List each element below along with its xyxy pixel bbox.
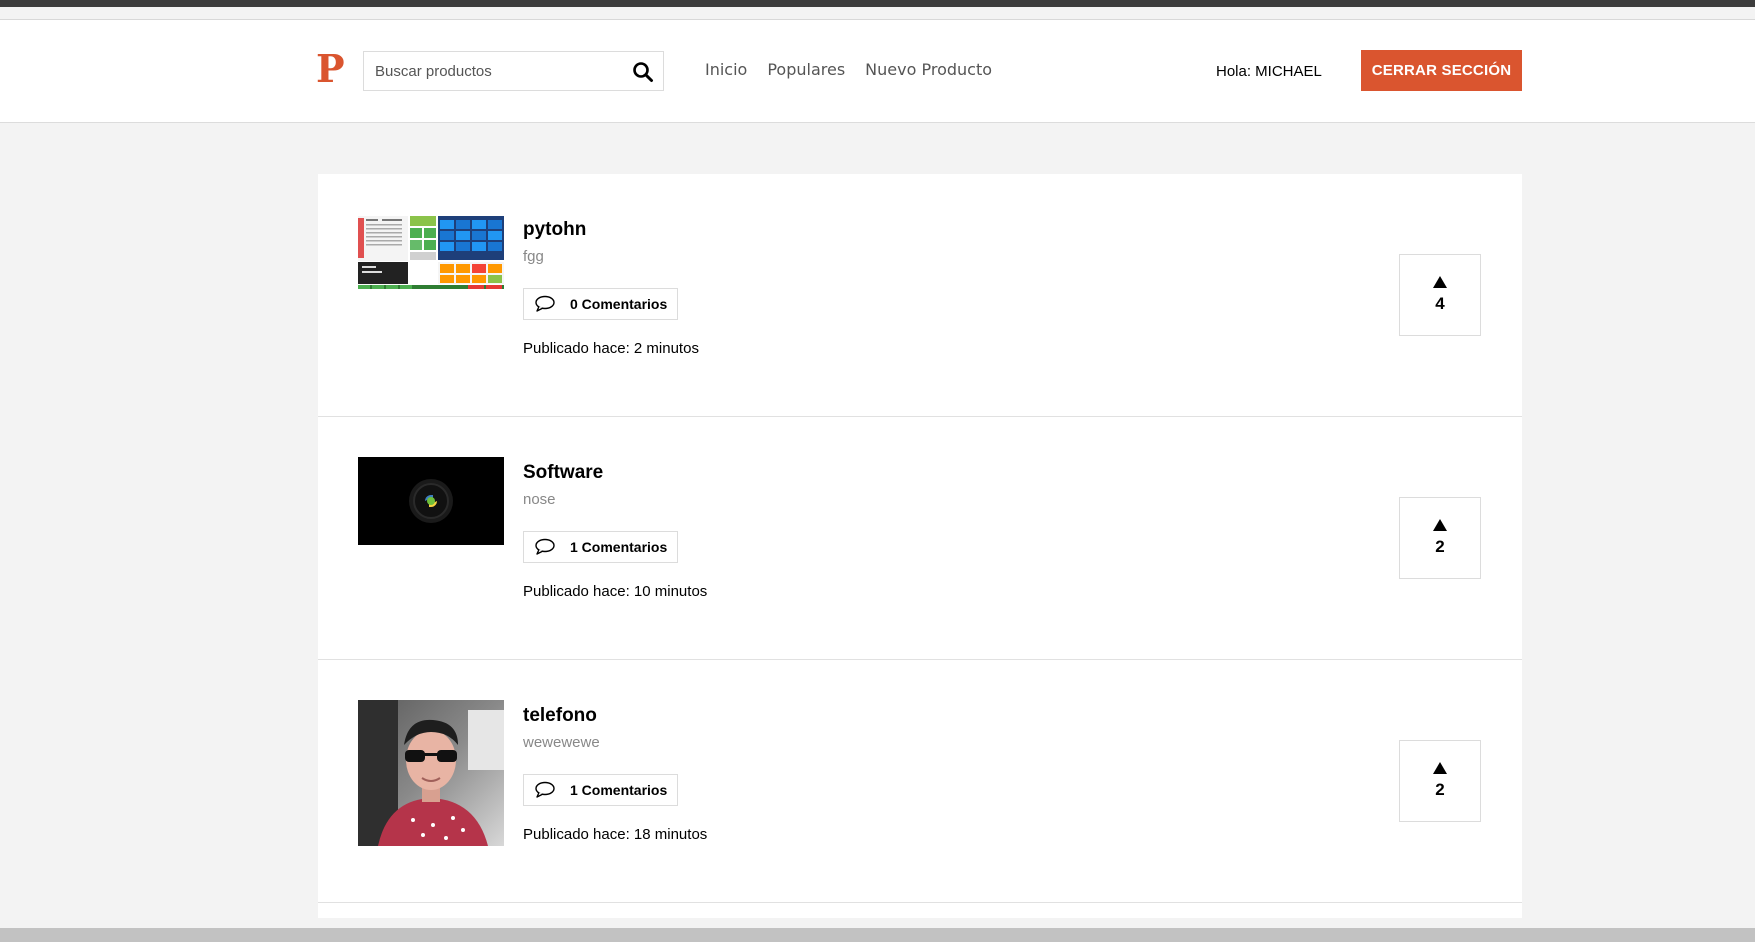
upvote-arrow-icon	[1433, 762, 1447, 774]
horizontal-scrollbar[interactable]	[0, 928, 1755, 942]
comment-icon	[535, 538, 555, 555]
product-list: pytohn fgg 0 Comentarios Publicado hace:…	[318, 174, 1522, 918]
product-description: nose	[523, 491, 556, 508]
published-time: Publicado hace: 2 minutos	[523, 340, 699, 357]
search-box	[363, 51, 664, 91]
site-header: P Inicio Populares Nuevo Producto Hola: …	[0, 20, 1755, 123]
published-time: Publicado hace: 18 minutos	[523, 826, 708, 843]
product-image-dashboard[interactable]	[358, 214, 504, 292]
nav-inicio[interactable]: Inicio	[705, 60, 747, 79]
vote-count: 4	[1435, 294, 1445, 313]
product-description: wewewewe	[523, 734, 600, 751]
product-image-person[interactable]	[358, 700, 504, 846]
comments-button[interactable]: 1 Comentarios	[523, 531, 679, 563]
published-time: Publicado hace: 10 minutos	[523, 583, 708, 600]
browser-top-bar	[0, 0, 1755, 7]
product-title[interactable]: pytohn	[523, 219, 586, 241]
product-item: telefono wewewewe 1 Comentarios Publicad…	[318, 660, 1522, 903]
vote-button[interactable]: 2	[1399, 497, 1481, 579]
comment-icon	[535, 295, 555, 312]
nav-nuevo-producto[interactable]: Nuevo Producto	[865, 60, 992, 79]
vote-count: 2	[1435, 537, 1445, 556]
comments-button[interactable]: 1 Comentarios	[523, 774, 679, 806]
nav-populares[interactable]: Populares	[767, 60, 845, 79]
upvote-arrow-icon	[1433, 276, 1447, 288]
product-item: Software nose 1 Comentarios Publicado ha…	[318, 417, 1522, 660]
product-title[interactable]: Software	[523, 462, 603, 484]
product-description: fgg	[523, 248, 544, 265]
product-title[interactable]: telefono	[523, 705, 597, 727]
vote-button[interactable]: 2	[1399, 740, 1481, 822]
comments-count: 1 Comentarios	[570, 782, 668, 798]
search-input[interactable]	[364, 52, 614, 90]
product-image-python-logo[interactable]	[358, 457, 504, 545]
vote-button[interactable]: 4	[1399, 254, 1481, 336]
comments-count: 1 Comentarios	[570, 539, 668, 555]
upvote-arrow-icon	[1433, 519, 1447, 531]
comments-count: 0 Comentarios	[570, 296, 668, 312]
comment-icon	[535, 781, 555, 798]
search-icon[interactable]	[632, 61, 654, 83]
user-greeting: Hola: MICHAEL	[1216, 63, 1322, 80]
comments-button[interactable]: 0 Comentarios	[523, 288, 679, 320]
vote-count: 2	[1435, 780, 1445, 799]
product-item: pytohn fgg 0 Comentarios Publicado hace:…	[318, 174, 1522, 417]
logout-button[interactable]: CERRAR SECCIÓN	[1361, 50, 1522, 91]
logo[interactable]: P	[316, 50, 345, 88]
main-nav: Inicio Populares Nuevo Producto	[705, 60, 992, 79]
